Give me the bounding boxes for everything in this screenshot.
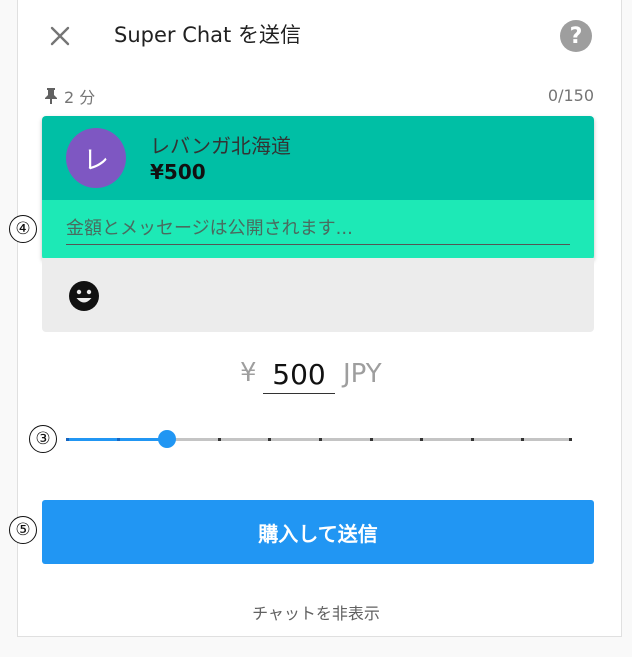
smiley-face-icon bbox=[69, 281, 99, 311]
super-chat-preview-card: レ レバンガ北海道 ¥500 bbox=[42, 116, 594, 260]
slider-thumb[interactable] bbox=[158, 430, 176, 448]
slider-tick bbox=[117, 438, 120, 441]
slider-tick bbox=[569, 438, 572, 441]
card-header: レ レバンガ北海道 ¥500 bbox=[42, 116, 594, 200]
card-amount: ¥500 bbox=[150, 160, 206, 184]
amount-entry: ¥ JPY bbox=[0, 355, 632, 399]
close-button[interactable] bbox=[44, 20, 76, 52]
close-icon bbox=[50, 26, 70, 46]
slider-tick bbox=[319, 438, 322, 441]
amount-slider[interactable] bbox=[66, 428, 572, 450]
help-icon: ? bbox=[569, 23, 583, 49]
avatar: レ bbox=[66, 128, 126, 188]
emoji-button[interactable] bbox=[68, 280, 100, 312]
slider-tick bbox=[66, 438, 69, 441]
amount-input[interactable] bbox=[263, 355, 335, 394]
card-message-area bbox=[42, 200, 594, 260]
message-character-counter: 0/150 bbox=[547, 86, 594, 105]
channel-name: レバンガ北海道 bbox=[150, 134, 291, 158]
currency-symbol: ¥ bbox=[240, 358, 257, 388]
pin-duration-label: 2 分 bbox=[64, 88, 96, 107]
currency-code: JPY bbox=[343, 359, 382, 389]
annotation-marker-buy: ⑤ bbox=[9, 516, 37, 544]
slider-tick bbox=[420, 438, 423, 441]
buy-and-send-button[interactable]: 購入して送信 bbox=[42, 500, 594, 564]
hide-chat-link[interactable]: チャットを非表示 bbox=[0, 600, 632, 624]
pin-duration: 2 分 bbox=[44, 84, 95, 108]
emoji-bar bbox=[42, 258, 594, 332]
slider-tick bbox=[370, 438, 373, 441]
slider-tick bbox=[471, 438, 474, 441]
pin-icon bbox=[45, 88, 57, 104]
slider-tick bbox=[521, 438, 524, 441]
slider-tick bbox=[218, 438, 221, 441]
annotation-marker-message: ④ bbox=[9, 215, 37, 243]
annotation-marker-slider: ③ bbox=[29, 425, 57, 453]
message-input[interactable] bbox=[66, 212, 570, 245]
dialog-title: Super Chat を送信 bbox=[114, 23, 301, 47]
help-button[interactable]: ? bbox=[560, 20, 592, 52]
slider-tick bbox=[268, 438, 271, 441]
